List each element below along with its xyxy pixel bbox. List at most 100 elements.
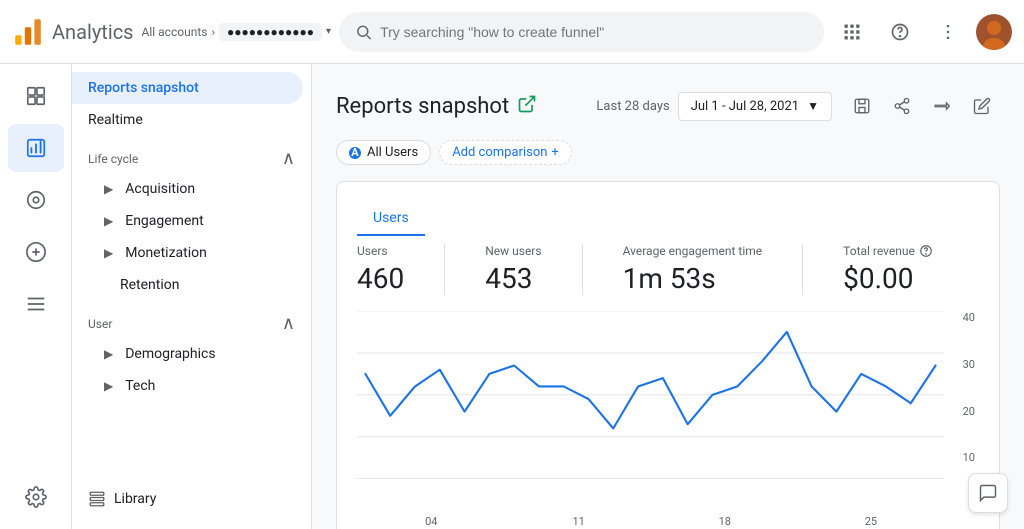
comparison-bar: A All Users Add comparison +	[336, 140, 1000, 165]
nav-lifecycle-label: Life cycle	[88, 152, 138, 166]
advertising-icon	[25, 241, 47, 263]
date-chevron-icon: ▼	[807, 99, 819, 113]
nav-monetization[interactable]: ▶ Monetization	[72, 237, 303, 269]
compare-button[interactable]	[924, 88, 960, 124]
title-link-icon	[517, 94, 537, 118]
y-label-30: 30	[949, 358, 975, 371]
segment-label: All Users	[367, 145, 418, 160]
chart-tab-bar: Users	[357, 202, 979, 236]
nav-sidebar: Reports snapshot Realtime Life cycle ∧ ▶…	[72, 64, 312, 529]
nav-user-label: User	[88, 317, 112, 331]
users-stat: Users 460	[357, 244, 404, 295]
stat-divider-2	[582, 244, 583, 295]
sidebar-bottom	[8, 465, 64, 521]
x-label-04: 04Jul	[424, 515, 439, 529]
users-tab[interactable]: Users	[357, 202, 425, 236]
edit-button[interactable]	[964, 88, 1000, 124]
engagement-stat: Average engagement time 1m 53s	[623, 244, 763, 295]
topbar: Analytics All accounts › ●●●●●●●●●●●● ▾	[0, 0, 1024, 64]
nav-monetization-label: Monetization	[125, 245, 207, 261]
nav-library[interactable]: Library	[72, 482, 311, 516]
monetization-expand-icon: ▶	[104, 246, 113, 260]
main-content: Reports snapshot Last 28 days Jul 1 - Ju…	[312, 64, 1024, 529]
all-users-segment[interactable]: A All Users	[336, 140, 431, 165]
search-input[interactable]	[380, 24, 808, 40]
header-right: Last 28 days Jul 1 - Jul 28, 2021 ▼	[596, 88, 1000, 124]
new-users-value: 453	[485, 262, 541, 295]
nav-reports-snapshot-label: Reports snapshot	[88, 80, 199, 96]
add-comparison-button[interactable]: Add comparison +	[439, 140, 572, 165]
sidebar-icon-configure[interactable]	[8, 280, 64, 328]
date-range-text: Jul 1 - Jul 28, 2021	[691, 99, 799, 114]
avatar-image	[976, 14, 1012, 50]
nav-demographics[interactable]: ▶ Demographics	[72, 338, 303, 370]
nav-reports-snapshot[interactable]: Reports snapshot	[72, 72, 303, 104]
nav-lifecycle-section: Life cycle ∧	[72, 136, 311, 173]
sidebar-icon-reports[interactable]	[8, 124, 64, 172]
y-label-20: 20	[949, 405, 975, 418]
accounts-label: All accounts	[142, 25, 208, 39]
library-icon	[88, 490, 106, 508]
date-range-picker[interactable]: Jul 1 - Jul 28, 2021 ▼	[678, 92, 832, 121]
line-chart	[357, 311, 944, 479]
add-icon: +	[551, 145, 558, 160]
account-chevron-icon: ▾	[326, 26, 331, 37]
engagement-value: 1m 53s	[623, 262, 763, 295]
more-icon	[938, 22, 958, 42]
tech-expand-icon: ▶	[104, 379, 113, 393]
library-label: Library	[114, 491, 156, 507]
revenue-value: $0.00	[843, 262, 933, 295]
stat-divider-1	[444, 244, 445, 295]
share-button[interactable]	[884, 88, 920, 124]
sidebar-icon-explore[interactable]	[8, 176, 64, 224]
revenue-stat: Total revenue $0.00	[843, 244, 933, 295]
settings-icon	[25, 486, 47, 508]
new-users-label: New users	[485, 244, 541, 258]
y-label-10: 10	[949, 451, 975, 464]
page-title: Reports snapshot	[336, 94, 509, 119]
revenue-label: Total revenue	[843, 244, 933, 258]
nav-realtime[interactable]: Realtime	[72, 104, 303, 136]
account-name: ●●●●●●●●●●●●	[219, 23, 322, 41]
stat-divider-3	[802, 244, 803, 295]
date-label: Last 28 days	[596, 99, 669, 114]
help-icon	[890, 22, 910, 42]
y-label-40: 40	[949, 311, 975, 324]
acquisition-expand-icon: ▶	[104, 182, 113, 196]
sidebar-icon-settings[interactable]	[8, 473, 64, 521]
reports-icon	[25, 137, 47, 159]
apps-button[interactable]	[832, 12, 872, 52]
x-label-18: 18	[719, 515, 731, 529]
nav-retention[interactable]: Retention	[72, 269, 303, 301]
header-action-buttons	[844, 88, 1000, 124]
user-toggle-icon[interactable]: ∧	[282, 313, 295, 334]
sidebar-icon-advertising[interactable]	[8, 228, 64, 276]
more-options-button[interactable]	[928, 12, 968, 52]
date-selector[interactable]: Last 28 days Jul 1 - Jul 28, 2021 ▼	[596, 92, 832, 121]
icon-sidebar	[0, 64, 72, 529]
stats-row: Users 460 New users 453 Average engageme…	[357, 244, 979, 295]
feedback-button[interactable]	[968, 473, 1008, 513]
account-selector[interactable]: All accounts › ●●●●●●●●●●●● ▾	[142, 23, 332, 41]
nav-engagement[interactable]: ▶ Engagement	[72, 205, 303, 237]
search-bar[interactable]	[339, 12, 824, 52]
lifecycle-toggle-icon[interactable]: ∧	[282, 148, 295, 169]
chart-container: 40 30 20 10 0 04Jul 11 18 25	[357, 311, 979, 529]
save-report-button[interactable]	[844, 88, 880, 124]
collapse-sidebar-button[interactable]: ‹	[267, 524, 299, 529]
edit-icon	[973, 97, 991, 115]
nav-demographics-label: Demographics	[125, 346, 215, 362]
users-label: Users	[357, 244, 404, 258]
logo: Analytics	[12, 16, 134, 48]
feedback-icon	[978, 483, 998, 503]
nav-tech[interactable]: ▶ Tech	[72, 370, 303, 402]
help-button[interactable]	[880, 12, 920, 52]
engagement-expand-icon: ▶	[104, 214, 113, 228]
add-comparison-label: Add comparison	[452, 145, 547, 160]
nav-acquisition[interactable]: ▶ Acquisition	[72, 173, 303, 205]
compare-icon	[933, 97, 951, 115]
user-avatar[interactable]	[976, 14, 1012, 50]
new-users-stat: New users 453	[485, 244, 541, 295]
stats-card: Users Users 460 New users 453 Average en…	[336, 181, 1000, 529]
sidebar-icon-home[interactable]	[8, 72, 64, 120]
